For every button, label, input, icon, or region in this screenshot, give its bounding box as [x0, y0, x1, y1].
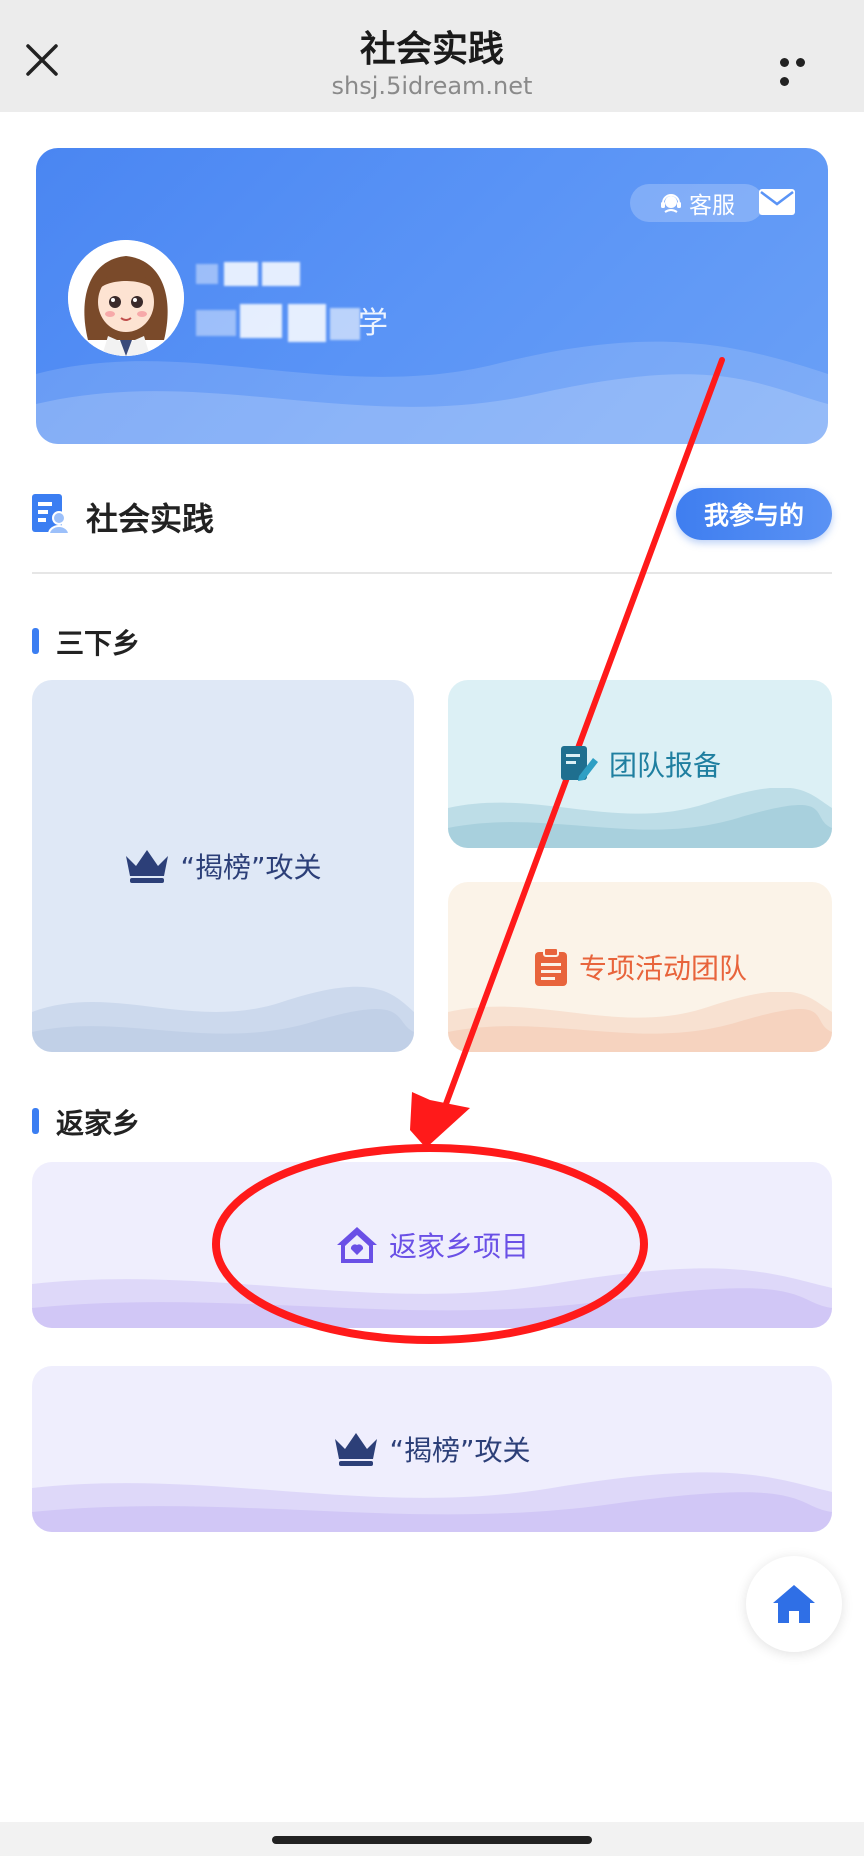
section-title: 社会实践	[86, 500, 215, 538]
more-icon[interactable]	[780, 52, 826, 86]
home-indicator[interactable]	[272, 1836, 592, 1844]
subsection-bar	[32, 628, 39, 654]
mail-icon[interactable]	[758, 188, 796, 216]
tile-label: “揭榜”攻关	[180, 851, 322, 884]
avatar[interactable]	[68, 240, 184, 356]
user-name-redacted	[196, 260, 306, 290]
wave-decoration	[448, 992, 832, 1052]
page-url: shsj.5idream.net	[331, 72, 533, 100]
subsection-bar	[32, 1108, 39, 1134]
profile-wave-decoration	[36, 341, 828, 444]
subsection-label: 返家乡	[56, 1107, 141, 1140]
subsection-label: 三下乡	[56, 627, 141, 660]
social-practice-icon	[32, 494, 70, 534]
profile-card: 客服 学	[36, 148, 828, 444]
home-icon	[773, 1585, 815, 1623]
home-icon	[336, 1227, 377, 1263]
wave-decoration	[32, 986, 414, 1052]
wave-decoration	[448, 788, 832, 848]
tile-team-report[interactable]: 团队报备	[448, 680, 832, 848]
clipboard-icon	[534, 947, 567, 986]
my-participation-button[interactable]: 我参与的	[676, 488, 832, 540]
tile-special-activity-team[interactable]: 专项活动团队	[448, 882, 832, 1052]
team-report-icon	[560, 746, 598, 781]
tile-jiebang-sanxiaxiang[interactable]: “揭榜”攻关	[32, 680, 414, 1052]
page-title: 社会实践	[359, 29, 504, 70]
tile-label: 返家乡项目	[388, 1230, 529, 1263]
headset-icon	[661, 194, 681, 213]
home-button[interactable]	[746, 1556, 842, 1652]
tile-label: “揭榜”攻关	[389, 1434, 531, 1467]
avatar-illustration	[68, 240, 184, 356]
tile-label: 团队报备	[608, 749, 721, 782]
tile-return-hometown-project[interactable]: 返家乡项目	[32, 1162, 832, 1328]
user-school-tail: 学	[358, 306, 388, 341]
crown-icon	[335, 1433, 378, 1466]
tile-label: 专项活动团队	[578, 952, 747, 985]
wave-decoration	[32, 1268, 832, 1328]
divider	[32, 572, 832, 574]
customer-service-label: 客服	[689, 193, 735, 219]
top-navbar: 社会实践 shsj.5idream.net	[0, 0, 864, 112]
section-header: 社会实践 我参与的	[32, 488, 832, 544]
annotation-arrowhead	[410, 1092, 470, 1148]
wave-decoration	[32, 1472, 832, 1532]
tile-jiebang-fanjiaxiang[interactable]: “揭榜”攻关	[32, 1366, 832, 1532]
customer-service-button[interactable]: 客服	[630, 184, 764, 222]
crown-icon	[126, 850, 169, 883]
